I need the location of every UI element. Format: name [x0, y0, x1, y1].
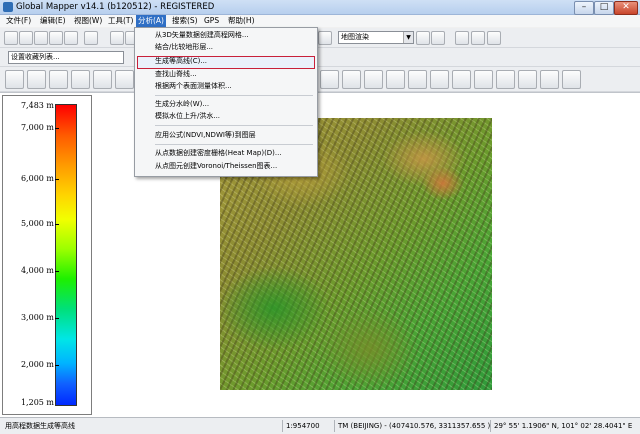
menu-item-generate-contours[interactable]: 生成等高线(C)... — [155, 56, 207, 67]
square-icon[interactable] — [496, 70, 515, 89]
close-button[interactable]: ✕ — [614, 1, 638, 15]
legend-tick: 2,000 m — [20, 360, 54, 369]
join-icon[interactable] — [342, 70, 361, 89]
legend-tick: 3,000 m — [20, 313, 54, 322]
menu-tools[interactable]: 工具(T) — [106, 15, 135, 27]
digitize-icon[interactable] — [5, 70, 24, 89]
menu-item-heat-map[interactable]: 从点数据创建密度栅格(Heat Map)(D)... — [155, 148, 282, 159]
3d-view-icon[interactable] — [487, 31, 501, 45]
edit-vertex-icon[interactable] — [27, 70, 46, 89]
analysis-menu: 从3D矢量数据创建高程网格... 结合/比较地形层... 生成等高线(C)...… — [134, 27, 318, 177]
save-icon[interactable] — [19, 31, 33, 45]
move-feature-icon[interactable] — [49, 70, 68, 89]
snap-icon[interactable] — [540, 70, 559, 89]
reverse-icon[interactable] — [518, 70, 537, 89]
crop-icon[interactable] — [408, 70, 427, 89]
chevron-down-icon: ▼ — [403, 32, 413, 43]
elevation-colorbar — [55, 104, 77, 406]
menu-gps[interactable]: GPS — [202, 15, 221, 27]
rotate-feature-icon[interactable] — [71, 70, 90, 89]
legend-tickmark — [55, 128, 59, 129]
create-line-icon[interactable] — [115, 70, 134, 89]
status-projection: TM (BEIJING) - (407410.576, 3311357.655 … — [334, 420, 490, 432]
legend-tick: 1,205 m — [20, 398, 54, 407]
legend-tickmark — [55, 224, 59, 225]
menu-help[interactable]: 帮助(H) — [226, 15, 257, 27]
buffer-icon[interactable] — [386, 70, 405, 89]
menu-item-measure-volume[interactable]: 根据两个表面测量体积... — [155, 81, 232, 92]
legend-tickmark — [55, 179, 59, 180]
simplify-icon[interactable] — [452, 70, 471, 89]
menu-file[interactable]: 文件(F) — [4, 15, 33, 27]
menu-item-voronoi[interactable]: 从点图元创建Voronoi/Theissen图表... — [155, 161, 277, 172]
offset-icon[interactable] — [474, 70, 493, 89]
legend-tick: 6,000 m — [20, 174, 54, 183]
catalog-icon[interactable] — [64, 31, 78, 45]
status-bar: 用高程数据生成等高线 1:954700 TM (BEIJING) - (4074… — [0, 417, 640, 434]
status-coordinates: 29° 55' 1.1906" N, 101° 02' 28.4041" E — [490, 420, 632, 432]
minimize-button[interactable]: – — [574, 1, 594, 15]
app-icon — [3, 2, 13, 12]
menu-item-grid-from-3d[interactable]: 从3D矢量数据创建高程网格... — [155, 30, 249, 41]
main-toolbar: 地图渲染 ▼ — [0, 28, 640, 48]
print-icon[interactable] — [49, 31, 63, 45]
menu-item-combine-terrain[interactable]: 结合/比较地形层... — [155, 42, 213, 53]
menu-item-watershed[interactable]: 生成分水岭(W)... — [155, 99, 209, 110]
legend-tick: 7,000 m — [20, 123, 54, 132]
legend-tickmark — [55, 365, 59, 366]
create-area-icon[interactable] — [93, 70, 112, 89]
menu-edit[interactable]: 编辑(E) — [38, 15, 68, 27]
favorites-value: 设置收藏列表... — [11, 53, 60, 61]
favorites-combo[interactable]: 设置收藏列表... — [8, 51, 124, 64]
menu-search[interactable]: 搜索(S) — [170, 15, 200, 27]
export-icon[interactable] — [34, 31, 48, 45]
status-scale: 1:954700 — [282, 420, 320, 432]
window-title: Global Mapper v14.1 (b120512) - REGISTER… — [16, 2, 215, 12]
legend-tick: 4,000 m — [20, 266, 54, 275]
menu-view[interactable]: 视图(W) — [72, 15, 104, 27]
menu-separator — [155, 125, 313, 126]
layer-toolbar: 设置收藏列表... — [0, 48, 640, 67]
measure-icon[interactable] — [455, 31, 469, 45]
undo-icon[interactable] — [562, 70, 581, 89]
tools-icon[interactable] — [84, 31, 98, 45]
title-bar: Global Mapper v14.1 (b120512) - REGISTER… — [0, 0, 640, 15]
merge-icon[interactable] — [364, 70, 383, 89]
legend-tick: 5,000 m — [20, 219, 54, 228]
open-icon[interactable] — [4, 31, 18, 45]
smooth-icon[interactable] — [430, 70, 449, 89]
legend-tickmark — [55, 271, 59, 272]
menu-separator — [155, 144, 313, 145]
menu-item-apply-formula[interactable]: 应用公式(NDVI,NDWI等)到图层 — [155, 130, 256, 141]
digitizer-toolbar — [0, 67, 640, 92]
menu-separator — [155, 95, 313, 96]
zoom-in-icon[interactable] — [110, 31, 124, 45]
menu-item-flood-sim[interactable]: 模拟水位上升/洪水... — [155, 111, 220, 122]
split-icon[interactable] — [320, 70, 339, 89]
menu-item-find-ridge[interactable]: 查找山脊线... — [155, 69, 197, 80]
map-render-combo[interactable]: 地图渲染 ▼ — [338, 31, 414, 44]
shader-icon[interactable] — [416, 31, 430, 45]
menu-bar: 文件(F) 编辑(E) 视图(W) 工具(T) 分析(A) 搜索(S) GPS … — [0, 15, 640, 27]
maximize-button[interactable]: □ — [594, 1, 614, 15]
status-message: 用高程数据生成等高线 — [5, 422, 75, 430]
legend-tick: 7,483 m — [20, 101, 54, 110]
path-profile-icon[interactable] — [471, 31, 485, 45]
menu-analysis[interactable]: 分析(A) — [136, 15, 166, 27]
map-render-value: 地图渲染 — [341, 33, 369, 41]
shader-options-icon[interactable] — [431, 31, 445, 45]
pan-icon[interactable] — [318, 31, 332, 45]
legend-tickmark — [55, 318, 59, 319]
